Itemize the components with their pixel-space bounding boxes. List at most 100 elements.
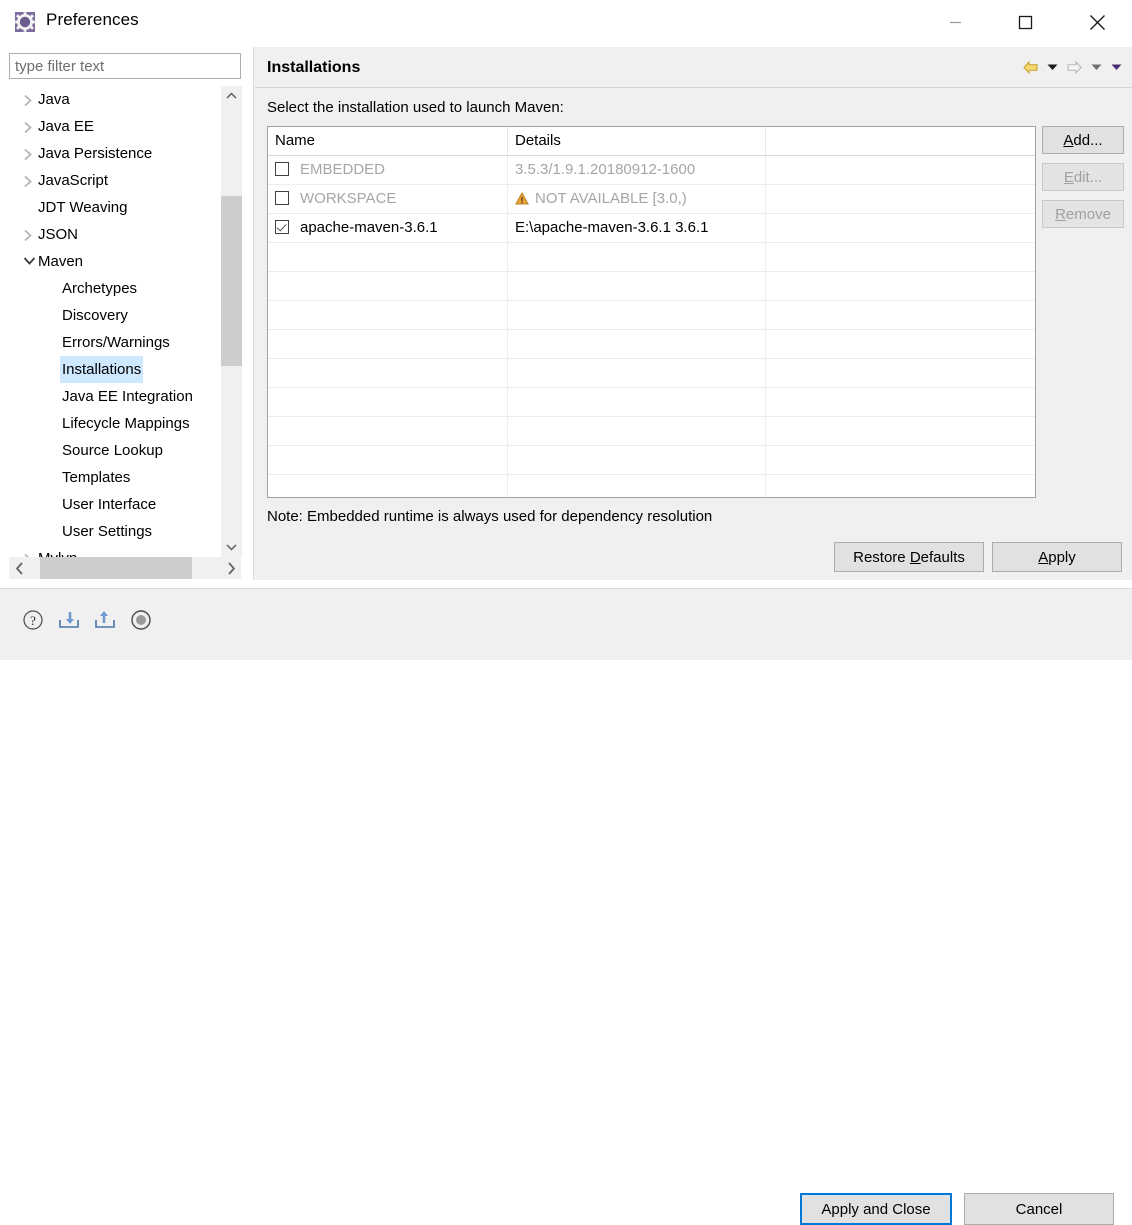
svg-text:?: ?: [30, 613, 36, 628]
empty-cell: [765, 359, 1035, 387]
table-row-empty: [268, 301, 1035, 330]
installation-details-cell: NOT AVAILABLE [3.0,): [507, 185, 765, 213]
back-dropdown-icon: [1047, 63, 1058, 71]
installation-checkbox[interactable]: [275, 191, 289, 205]
tree-vertical-scrollbar[interactable]: [220, 86, 242, 557]
sidebar-item-java-persistence[interactable]: Java Persistence: [9, 140, 220, 167]
apply-mnemonic: A: [1038, 549, 1048, 566]
installation-name-cell[interactable]: apache-maven-3.6.1: [268, 214, 507, 242]
table-row-empty: [268, 359, 1035, 388]
close-button[interactable]: [1074, 0, 1120, 44]
sidebar-item-label: Java Persistence: [36, 140, 154, 167]
scroll-down-button[interactable]: [221, 537, 242, 557]
table-row[interactable]: WORKSPACE NOT AVAILABLE [3.0,): [268, 185, 1035, 214]
sidebar-item-javascript[interactable]: JavaScript: [9, 167, 220, 194]
chevron-right-icon[interactable]: [23, 167, 37, 194]
column-header-name[interactable]: Name: [268, 127, 507, 155]
sidebar-item-user-settings[interactable]: User Settings: [9, 518, 220, 545]
section-description: Select the installation used to launch M…: [267, 99, 564, 116]
empty-cell: [507, 272, 765, 300]
sidebar-item-jdt-weaving[interactable]: JDT Weaving: [9, 194, 220, 221]
empty-cell: [765, 272, 1035, 300]
import-icon: [57, 609, 81, 631]
installation-name-cell[interactable]: WORKSPACE: [268, 185, 507, 213]
help-button[interactable]: ?: [20, 607, 46, 633]
page-title: Installations: [267, 59, 360, 77]
chevron-up-icon: [226, 92, 237, 100]
tree-list: JavaJava EEJava PersistenceJavaScriptJDT…: [9, 86, 220, 557]
view-menu-button[interactable]: [1106, 54, 1126, 80]
chevron-right-icon[interactable]: [23, 113, 37, 140]
add-button-mnemonic: A: [1063, 132, 1073, 149]
help-icon: ?: [22, 609, 44, 631]
sidebar-item-label: Discovery: [60, 302, 130, 329]
table-row[interactable]: apache-maven-3.6.1E:\apache-maven-3.6.1 …: [268, 214, 1035, 243]
sidebar-item-java[interactable]: Java: [9, 86, 220, 113]
sidebar-item-label: JSON: [36, 221, 80, 248]
empty-cell: [507, 388, 765, 416]
sidebar-item-maven[interactable]: Maven: [9, 248, 220, 275]
record-button[interactable]: [128, 607, 154, 633]
empty-cell: [507, 301, 765, 329]
column-header-extra[interactable]: [765, 127, 1035, 155]
empty-cell: [268, 272, 507, 300]
sidebar-item-mylyn[interactable]: Mylyn: [9, 545, 220, 557]
minimize-button[interactable]: [932, 0, 978, 44]
installation-name: EMBEDDED: [300, 161, 385, 178]
sidebar-item-json[interactable]: JSON: [9, 221, 220, 248]
sidebar-item-label: User Interface: [60, 491, 158, 518]
sidebar-item-archetypes[interactable]: Archetypes: [9, 275, 220, 302]
remove-button[interactable]: Remove: [1042, 200, 1124, 228]
sidebar-item-installations[interactable]: Installations: [9, 356, 220, 383]
chevron-right-icon[interactable]: [23, 86, 37, 113]
sidebar-item-java-ee-integration[interactable]: Java EE Integration: [9, 383, 220, 410]
scroll-up-button[interactable]: [221, 86, 242, 106]
sidebar-item-errors-warnings[interactable]: Errors/Warnings: [9, 329, 220, 356]
apply-button[interactable]: Apply: [992, 542, 1122, 572]
installation-name-cell[interactable]: EMBEDDED: [268, 156, 507, 184]
export-button[interactable]: [92, 607, 118, 633]
filter-input[interactable]: [9, 53, 241, 79]
sidebar-item-discovery[interactable]: Discovery: [9, 302, 220, 329]
installation-details-cell: E:\apache-maven-3.6.1 3.6.1: [507, 214, 765, 242]
installation-checkbox[interactable]: [275, 220, 289, 234]
scroll-thumb[interactable]: [221, 196, 242, 366]
installation-details: NOT AVAILABLE [3.0,): [535, 190, 687, 207]
scroll-right-button[interactable]: [221, 557, 241, 579]
empty-cell: [765, 388, 1035, 416]
scroll-left-button[interactable]: [9, 557, 29, 579]
chevron-down-icon[interactable]: [23, 248, 37, 275]
sidebar-item-java-ee[interactable]: Java EE: [9, 113, 220, 140]
sidebar-item-lifecycle-mappings[interactable]: Lifecycle Mappings: [9, 410, 220, 437]
back-button[interactable]: [1018, 54, 1042, 80]
import-button[interactable]: [56, 607, 82, 633]
installation-checkbox[interactable]: [275, 162, 289, 176]
chevron-right-icon[interactable]: [23, 545, 37, 557]
apply-and-close-button[interactable]: Apply and Close: [800, 1193, 952, 1225]
empty-cell: [268, 243, 507, 271]
table-header: Name Details: [268, 127, 1035, 156]
sidebar-item-source-lookup[interactable]: Source Lookup: [9, 437, 220, 464]
back-dropdown-button[interactable]: [1042, 54, 1062, 80]
chevron-right-icon[interactable]: [23, 221, 37, 248]
forward-button[interactable]: [1062, 54, 1086, 80]
cancel-button[interactable]: Cancel: [964, 1193, 1114, 1225]
forward-dropdown-button[interactable]: [1086, 54, 1106, 80]
maximize-button[interactable]: [1002, 0, 1048, 44]
sidebar-item-templates[interactable]: Templates: [9, 464, 220, 491]
table-row[interactable]: EMBEDDED3.5.3/1.9.1.20180912-1600: [268, 156, 1035, 185]
column-header-details[interactable]: Details: [507, 127, 765, 155]
installation-name: WORKSPACE: [300, 190, 396, 207]
empty-cell: [507, 475, 765, 498]
scroll-thumb-horizontal[interactable]: [40, 557, 192, 579]
table-row-empty: [268, 272, 1035, 301]
sidebar-item-label: Mylyn: [36, 545, 79, 557]
empty-cell: [507, 243, 765, 271]
title-bar: Preferences: [0, 0, 1132, 44]
restore-defaults-button[interactable]: Restore Defaults: [834, 542, 984, 572]
add-button[interactable]: Add...: [1042, 126, 1124, 154]
chevron-right-icon[interactable]: [23, 140, 37, 167]
sidebar-item-user-interface[interactable]: User Interface: [9, 491, 220, 518]
edit-button[interactable]: Edit...: [1042, 163, 1124, 191]
tree-horizontal-scrollbar[interactable]: [9, 557, 241, 579]
